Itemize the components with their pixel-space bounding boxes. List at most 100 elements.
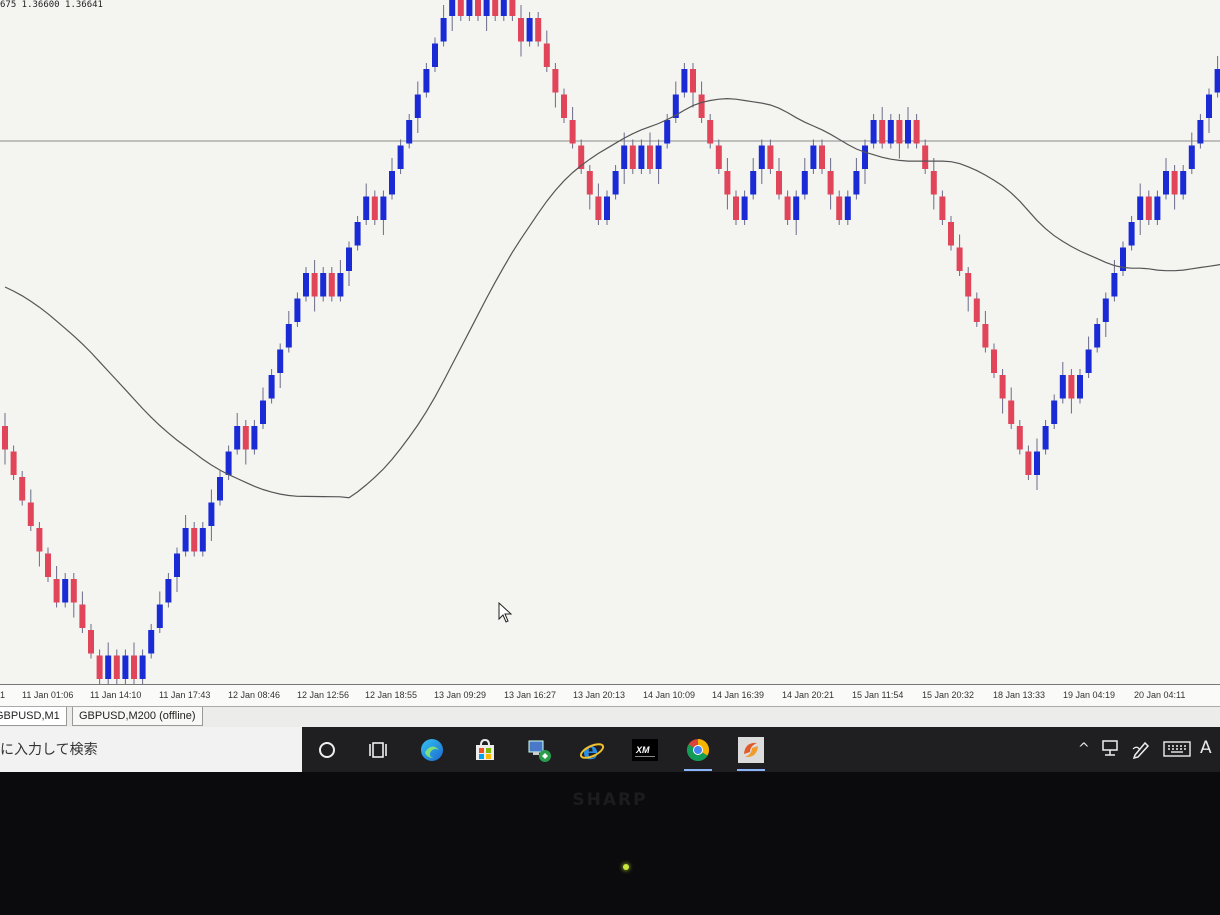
network-app-icon[interactable] (521, 733, 557, 767)
renko-up-brick (655, 145, 662, 169)
renko-up-brick (862, 145, 868, 169)
renko-down-brick (328, 273, 335, 297)
time-axis-label: 18 Jan 13:33 (993, 690, 1046, 700)
internet-explorer-icon[interactable]: e (574, 733, 610, 767)
renko-up-brick (449, 0, 456, 16)
renko-up-brick (810, 145, 817, 169)
renko-up-brick (1094, 324, 1101, 348)
app-icon[interactable] (733, 733, 769, 771)
renko-down-brick (191, 528, 198, 552)
renko-up-brick (1137, 196, 1144, 220)
renko-down-brick (79, 604, 86, 628)
taskbar-search-box[interactable]: に入力して検索 (0, 727, 302, 772)
renko-up-brick (1042, 426, 1049, 450)
renko-up-brick (225, 451, 232, 475)
renko-down-brick (965, 273, 972, 297)
store-icon[interactable] (467, 733, 503, 767)
renko-up-brick (1128, 222, 1135, 246)
renko-down-brick (715, 145, 722, 169)
renko-down-brick (543, 43, 550, 67)
renko-down-brick (922, 145, 929, 169)
renko-down-brick (561, 94, 567, 118)
renko-up-brick (612, 171, 619, 195)
monitor-brand-logo: SHARP (572, 790, 648, 810)
renko-up-brick (397, 145, 404, 169)
time-axis-label: 15 Jan 20:32 (922, 690, 975, 700)
chart-tabs: GBPUSD,M1 GBPUSD,M200 (offline) (0, 706, 1220, 727)
time-axis-label: 12 Jan 18:55 (365, 690, 418, 700)
renko-down-brick (819, 145, 825, 169)
chart-area[interactable]: 675 1.36600 1.36641 (0, 0, 1220, 690)
pen-icon[interactable] (1131, 739, 1153, 763)
xm-icon[interactable]: XM (627, 733, 663, 767)
time-axis-label: 14 Jan 10:09 (643, 690, 696, 700)
renko-up-brick (217, 477, 223, 501)
renko-up-brick (139, 655, 146, 679)
renko-up-brick (750, 171, 757, 195)
task-view-icon[interactable] (361, 733, 397, 767)
renko-up-brick (199, 528, 206, 552)
renko-down-brick (19, 477, 26, 501)
renko-up-brick (1180, 171, 1187, 195)
renko-down-brick (10, 451, 17, 475)
renko-chart[interactable] (0, 0, 1220, 690)
renko-down-brick (733, 196, 739, 220)
renko-up-brick (1077, 375, 1083, 399)
renko-up-brick (621, 145, 628, 169)
renko-up-brick (174, 553, 180, 577)
renko-down-brick (242, 426, 249, 450)
renko-up-brick (887, 120, 894, 144)
time-axis-label: 11 Jan 17:43 (159, 690, 211, 700)
tab-gbpusd-m200-offline[interactable]: GBPUSD,M200 (offline) (72, 707, 203, 726)
renko-up-brick (1085, 349, 1092, 373)
renko-down-brick (586, 171, 593, 195)
renko-down-brick (96, 655, 103, 679)
renko-up-brick (156, 604, 163, 628)
renko-down-brick (767, 145, 774, 169)
renko-down-brick (647, 145, 653, 169)
ime-indicator[interactable]: A (1200, 738, 1212, 758)
renko-up-brick (638, 145, 645, 169)
renko-down-brick (371, 196, 378, 220)
renko-up-brick (363, 196, 370, 220)
renko-down-brick (982, 324, 989, 348)
renko-up-brick (346, 247, 352, 271)
renko-up-brick (853, 171, 860, 195)
renko-up-brick (320, 273, 327, 297)
renko-up-brick (1214, 69, 1220, 93)
renko-down-brick (518, 18, 524, 42)
renko-down-brick (896, 120, 903, 144)
time-axis-label: 15 Jan 11:54 (852, 690, 904, 700)
renko-down-brick (836, 196, 843, 220)
renko-down-brick (595, 196, 602, 220)
time-axis-label: 12 Jan 08:46 (228, 690, 281, 700)
tab-gbpusd-m1[interactable]: GBPUSD,M1 (0, 707, 67, 726)
renko-down-brick (492, 0, 499, 16)
renko-down-brick (1068, 375, 1075, 399)
renko-up-brick (268, 375, 275, 399)
renko-down-brick (1008, 400, 1015, 424)
show-hidden-icons-button[interactable]: ^ (1078, 741, 1090, 757)
network-icon[interactable] (1101, 739, 1121, 761)
renko-up-brick (303, 273, 309, 297)
renko-down-brick (690, 69, 696, 93)
renko-up-brick (122, 655, 129, 679)
keyboard-icon[interactable] (1163, 741, 1191, 761)
renko-up-brick (758, 145, 765, 169)
renko-down-brick (70, 579, 77, 603)
time-axis-label: 12 Jan 12:56 (297, 690, 350, 700)
renko-down-brick (36, 528, 43, 552)
renko-up-brick (423, 69, 430, 93)
renko-down-brick (698, 94, 705, 118)
renko-down-brick (1145, 196, 1152, 220)
renko-up-brick (234, 426, 241, 450)
renko-down-brick (53, 579, 60, 603)
search-placeholder: に入力して検索 (0, 742, 98, 758)
cortana-icon[interactable] (309, 733, 345, 767)
time-axis: 1 11 Jan 01:06 11 Jan 14:10 11 Jan 17:43… (0, 684, 1220, 707)
renko-down-brick (879, 120, 886, 144)
chrome-icon[interactable] (680, 733, 716, 771)
edge-icon[interactable] (414, 733, 450, 767)
renko-up-brick (414, 94, 421, 118)
renko-down-brick (535, 18, 542, 42)
